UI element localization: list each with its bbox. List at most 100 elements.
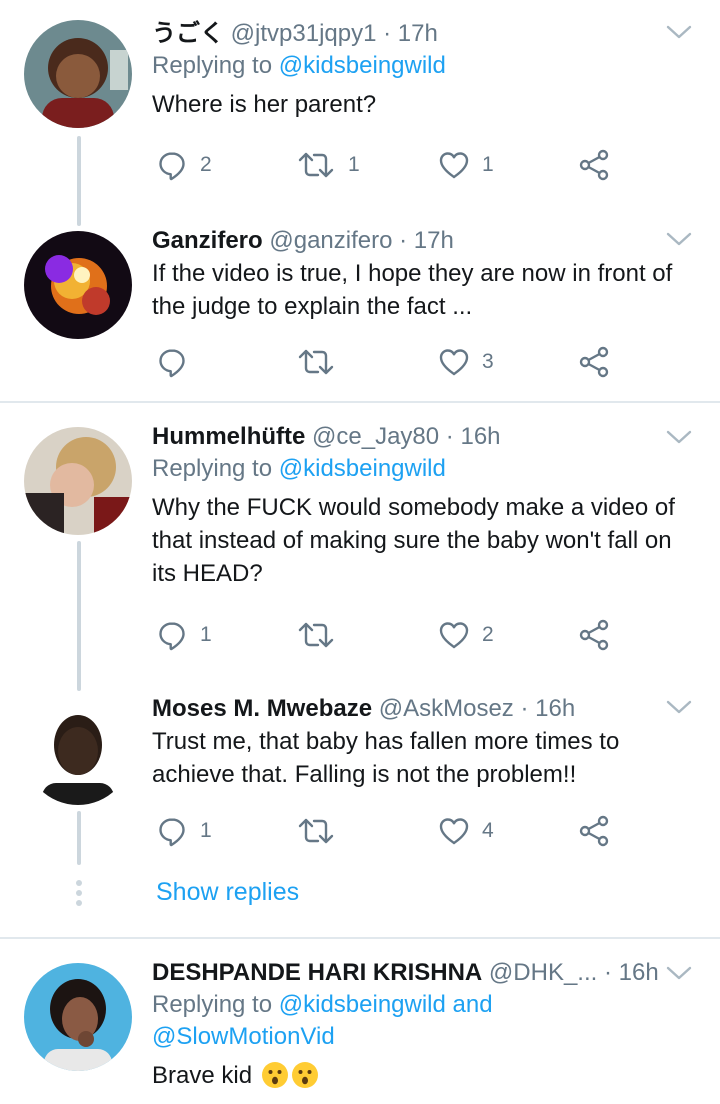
tweet-header: DESHPANDE HARI KRISHNA @DHK_... · 16h <box>152 957 696 989</box>
thread-line <box>77 811 81 865</box>
reply-button[interactable]: 1 <box>156 811 212 851</box>
like-button[interactable]: 1 <box>438 145 494 185</box>
timestamp[interactable]: 16h <box>535 695 575 722</box>
reply-icon <box>156 815 188 847</box>
retweet-icon <box>296 149 336 181</box>
replying-prefix: Replying to <box>152 991 279 1018</box>
tweet[interactable]: DESHPANDE HARI KRISHNA @DHK_... · 16h Re… <box>0 939 720 1104</box>
replying-to: Replying to @kidsbeingwild <box>152 453 696 485</box>
separator-dot: · <box>445 423 454 450</box>
tweet-header: Hummelhüfte @ce_Jay80 · 16h <box>152 421 696 453</box>
tweet[interactable]: うごく @jtvp31jqpy1 · 17h Replying to @kids… <box>0 0 720 226</box>
mention-link[interactable]: @kidsbeingwild and <box>279 991 493 1018</box>
replying-to: Replying to @kidsbeingwild <box>152 50 696 82</box>
tweet[interactable]: Moses M. Mwebaze @AskMosez · 16h Trust m… <box>0 673 720 865</box>
tweet-actions: 3 <box>152 342 672 382</box>
display-name[interactable]: Ganzifero <box>152 227 263 254</box>
share-icon <box>578 815 610 847</box>
reply-icon <box>156 619 188 651</box>
tweet-header: うごく @jtvp31jqpy1 · 17h <box>152 18 696 50</box>
retweet-button[interactable] <box>296 342 348 382</box>
display-name[interactable]: Moses M. Mwebaze <box>152 695 372 722</box>
display-name[interactable]: DESHPANDE HARI KRISHNA <box>152 959 482 986</box>
share-icon <box>578 149 610 181</box>
share-button[interactable] <box>578 342 610 382</box>
like-button[interactable]: 4 <box>438 811 494 851</box>
like-count: 4 <box>482 819 494 842</box>
astonished-face-emoji <box>261 1062 288 1088</box>
share-icon <box>578 346 610 378</box>
thread-line <box>77 541 81 691</box>
like-button[interactable]: 3 <box>438 342 494 382</box>
avatar[interactable] <box>24 20 132 128</box>
user-handle[interactable]: @ganzifero <box>269 227 392 254</box>
timestamp[interactable]: 16h <box>460 423 500 450</box>
like-button[interactable]: 2 <box>438 615 494 655</box>
tweet-text: Brave kid <box>152 1059 696 1092</box>
chevron-down-icon[interactable] <box>666 427 692 447</box>
user-handle[interactable]: @AskMosez <box>379 695 514 722</box>
replying-prefix: Replying to <box>152 52 279 79</box>
reply-count: 2 <box>200 153 212 176</box>
timestamp[interactable]: 17h <box>414 227 454 254</box>
avatar[interactable] <box>24 427 132 535</box>
retweet-icon <box>296 346 336 378</box>
separator-dot: · <box>383 20 392 47</box>
like-icon <box>438 346 470 378</box>
timestamp[interactable]: 17h <box>398 20 438 47</box>
chevron-down-icon[interactable] <box>666 697 692 717</box>
user-handle[interactable]: @ce_Jay80 <box>312 423 439 450</box>
tweet-text: its HEAD? <box>152 560 263 587</box>
display-name[interactable]: うごく <box>152 20 224 47</box>
like-icon <box>438 149 470 181</box>
show-replies-link[interactable]: Show replies <box>156 878 299 907</box>
user-handle[interactable]: @jtvp31jqpy1 <box>231 20 377 47</box>
tweet-text-content: Brave kid <box>152 1062 253 1089</box>
mention-link[interactable]: @SlowMotionVid <box>152 1023 335 1050</box>
chevron-down-icon[interactable] <box>666 229 692 249</box>
retweet-button[interactable]: 1 <box>296 145 360 185</box>
timestamp[interactable]: 16h <box>619 959 659 986</box>
avatar[interactable] <box>24 697 132 805</box>
retweet-button[interactable] <box>296 615 348 655</box>
mention-link[interactable]: @kidsbeingwild <box>279 52 446 79</box>
reply-button[interactable]: 2 <box>156 145 212 185</box>
chevron-down-icon[interactable] <box>666 22 692 42</box>
tweet-header: Moses M. Mwebaze @AskMosez · 16h <box>152 693 696 725</box>
like-count: 1 <box>482 153 494 176</box>
tweet-actions: 1 4 <box>152 811 672 851</box>
retweet-button[interactable] <box>296 811 348 851</box>
tweet-text: achieve that. Falling is not the problem… <box>152 761 577 788</box>
share-button[interactable] <box>578 615 610 655</box>
like-icon <box>438 815 470 847</box>
astonished-face-emoji <box>291 1062 318 1088</box>
reply-icon <box>156 149 188 181</box>
chevron-down-icon[interactable] <box>666 963 692 983</box>
display-name[interactable]: Hummelhüfte <box>152 423 305 450</box>
tweet-actions: 1 2 <box>152 615 672 655</box>
tweet[interactable]: Ganzifero @ganzifero · 17h If the video … <box>0 205 720 400</box>
reply-button[interactable]: 1 <box>156 615 212 655</box>
avatar[interactable] <box>24 963 132 1071</box>
reply-icon <box>156 346 188 378</box>
tweet[interactable]: Hummelhüfte @ce_Jay80 · 16h Replying to … <box>0 403 720 691</box>
retweet-icon <box>296 815 336 847</box>
retweet-icon <box>296 619 336 651</box>
reply-count: 1 <box>200 623 212 646</box>
tweet-actions: 2 1 1 <box>152 145 672 185</box>
separator-dot: · <box>399 227 408 254</box>
share-button[interactable] <box>578 811 610 851</box>
replying-to: @SlowMotionVid <box>152 1021 696 1053</box>
reply-button[interactable] <box>156 342 200 382</box>
mention-link[interactable]: @kidsbeingwild <box>279 455 446 482</box>
tweet-text: Where is her parent? <box>152 91 377 118</box>
like-icon <box>438 619 470 651</box>
avatar[interactable] <box>24 231 132 339</box>
separator-dot: · <box>603 959 612 986</box>
share-button[interactable] <box>578 145 610 185</box>
replying-to: Replying to @kidsbeingwild and <box>152 989 696 1021</box>
separator-dot: · <box>520 695 529 722</box>
tweet-text: Why the FUCK would somebody make a video… <box>152 494 675 521</box>
reply-count: 1 <box>200 819 212 842</box>
user-handle[interactable]: @DHK_... <box>489 959 597 986</box>
